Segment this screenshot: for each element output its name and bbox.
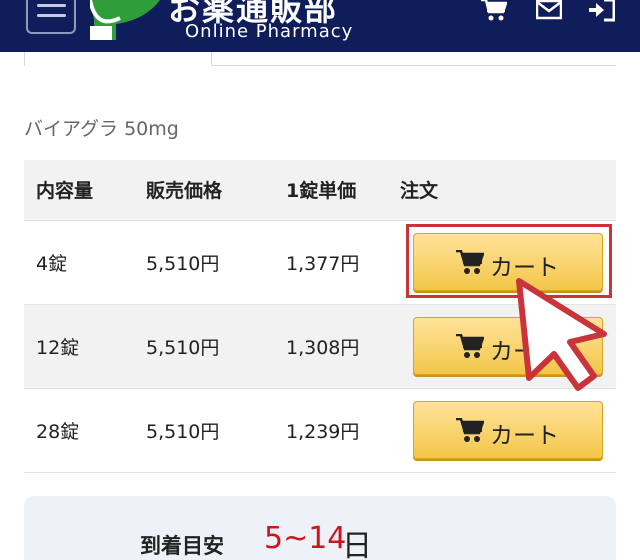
header-price: 販売価格 [134,160,274,220]
tab-divider [212,65,616,66]
menu-icon[interactable] [26,0,76,34]
arrival-days: 5~14 [264,521,347,556]
table-row: 28錠 5,510円 1,239円 カート [24,388,616,472]
arrival-label: 到着目安 [140,534,224,558]
cell-qty: 12錠 [36,336,80,359]
pointer-arrow-icon [516,278,607,391]
cart-icon[interactable] [481,0,507,22]
cell-price: 5,510円 [146,252,220,275]
tab-active[interactable] [24,52,212,66]
cell-qty: 28錠 [36,420,80,443]
cell-unit-price: 1,239円 [286,420,360,443]
cell-price: 5,510円 [146,420,220,443]
cell-price: 5,510円 [146,336,220,359]
cell-order: カート [400,388,616,472]
cell-qty: 4錠 [36,252,68,275]
table-header-row: 内容量 販売価格 1錠単価 注文 [24,160,616,220]
tab-strip [24,52,616,66]
product-title: バイアグラ 50mg [24,118,179,140]
header-unit-price: 1錠単価 [274,160,400,220]
cell-unit-price: 1,377円 [286,252,360,275]
cell-unit-price: 1,308円 [286,336,360,359]
login-icon[interactable] [589,0,615,22]
site-header: お薬通販部 Online Pharmacy [0,0,640,52]
cart-icon [456,418,484,442]
header-qty: 内容量 [24,160,134,220]
brand-name-en[interactable]: Online Pharmacy [185,21,353,42]
logo-leaf-icon[interactable] [90,0,160,40]
cart-button-label: カート [490,423,559,449]
add-to-cart-button[interactable]: カート [413,401,603,459]
header-order: 注文 [400,160,616,220]
mail-icon[interactable] [536,0,562,22]
arrival-unit: 日 [342,529,372,560]
cart-icon [456,334,484,358]
